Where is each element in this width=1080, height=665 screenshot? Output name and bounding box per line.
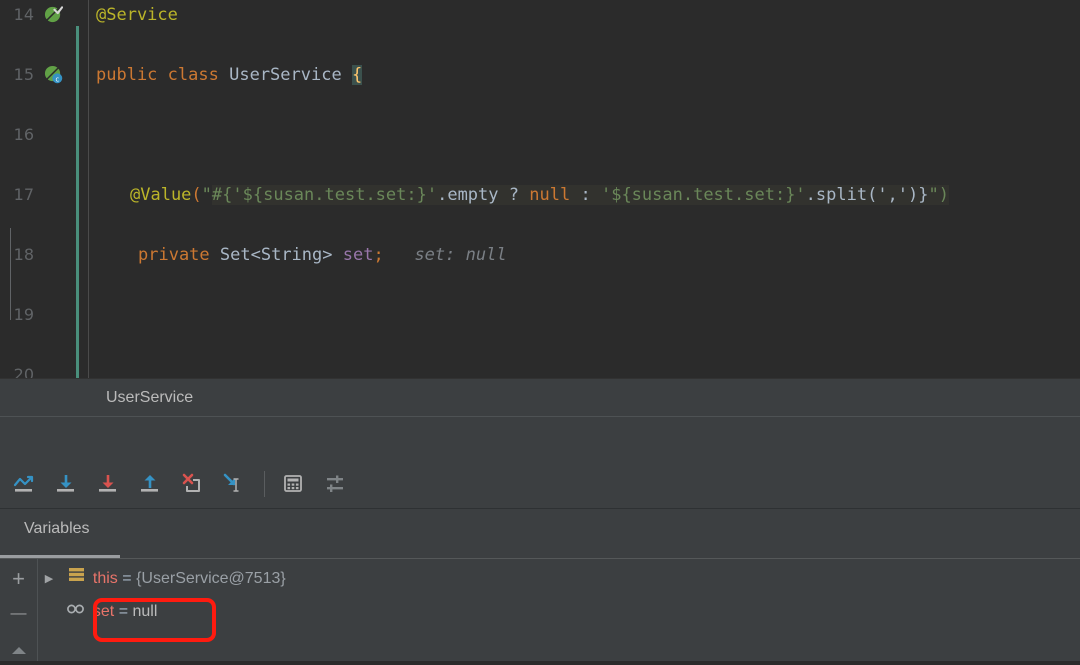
token-type-set: Set<String> bbox=[219, 245, 333, 265]
code-line[interactable]: 18 private Set<String> set; set: null bbox=[0, 240, 1080, 270]
step-out-button[interactable] bbox=[130, 463, 172, 505]
code-line[interactable]: 19 bbox=[0, 300, 1080, 330]
toolbar-divider bbox=[264, 470, 265, 497]
token-paren: ( bbox=[191, 185, 202, 205]
code-text: @Value("#{'${susan.test.set:}'.empty ? n… bbox=[130, 180, 949, 210]
show-execution-point-button[interactable] bbox=[4, 463, 46, 505]
drop-frame-button[interactable] bbox=[172, 463, 214, 505]
line-number: 18 bbox=[13, 245, 34, 264]
variable-equals: = bbox=[122, 570, 132, 588]
code-text: public class UserService { bbox=[96, 60, 363, 90]
variable-name: this bbox=[92, 570, 118, 588]
tree-expand-arrow[interactable]: ▶ bbox=[38, 564, 60, 594]
code-text: @Service bbox=[96, 0, 178, 30]
breadcrumb-class-name[interactable]: UserService bbox=[106, 389, 193, 407]
token-ternary-colon: : bbox=[580, 185, 591, 205]
debugger-tabs[interactable]: Variables bbox=[0, 510, 1080, 558]
step-into-icon bbox=[99, 474, 116, 492]
step-over-button[interactable] bbox=[46, 463, 88, 505]
token-field-set: set bbox=[342, 245, 374, 265]
gutter-icon-cell[interactable]: c bbox=[38, 60, 72, 90]
variable-row-this[interactable]: ▶ this = {UserService@7513} bbox=[38, 564, 286, 594]
collapse-button[interactable] bbox=[0, 635, 37, 665]
token-split: .split(',')} bbox=[805, 185, 929, 205]
token-spel-b: '${susan.test.set:}' bbox=[600, 185, 806, 205]
variable-row-set[interactable]: set = null bbox=[38, 597, 157, 627]
variable-value: null bbox=[132, 603, 158, 621]
token-semicolon: ; bbox=[373, 245, 384, 265]
code-line[interactable]: 17 @Value("#{'${susan.test.set:}'.empty … bbox=[0, 180, 1080, 210]
step-over-icon bbox=[57, 474, 74, 492]
code-text: private Set<String> set; set: null bbox=[138, 240, 507, 270]
show-execution-point-icon bbox=[13, 475, 34, 492]
line-number: 17 bbox=[13, 185, 34, 204]
run-to-cursor-icon bbox=[223, 473, 239, 492]
step-into-button[interactable] bbox=[88, 463, 130, 505]
debugger-frames-strip bbox=[0, 416, 1080, 460]
gutter-icon-cell[interactable] bbox=[38, 0, 72, 30]
settings-sliders-icon bbox=[327, 475, 343, 492]
token-empty: .empty bbox=[437, 185, 499, 205]
line-number: 14 bbox=[13, 5, 34, 24]
debugger-toolbar[interactable] bbox=[0, 459, 1080, 509]
svg-text:c: c bbox=[55, 75, 59, 83]
code-line[interactable]: 16 bbox=[0, 120, 1080, 150]
inline-debug-hint[interactable]: set: null bbox=[414, 245, 506, 265]
variable-value: {UserService@7513} bbox=[136, 570, 286, 588]
variable-name: set bbox=[92, 603, 115, 621]
variable-equals: = bbox=[118, 603, 129, 621]
line-number: 20 bbox=[13, 365, 34, 378]
token-brace-open: { bbox=[351, 65, 363, 85]
calculator-icon bbox=[284, 474, 302, 492]
code-line[interactable]: 20 bbox=[0, 360, 1080, 378]
token-keyword-private: private bbox=[138, 245, 210, 265]
intellij-debugger-window: 14 @Service 15 c public class UserServic… bbox=[0, 0, 1080, 661]
spring-bean-icon[interactable] bbox=[44, 5, 63, 24]
debugger-tool-window: Variables + — ▶ this = {UserService@7513… bbox=[0, 416, 1080, 661]
run-to-cursor-button[interactable] bbox=[214, 463, 256, 505]
variables-tree[interactable]: + — ▶ this = {UserService@7513} set = nu… bbox=[0, 558, 1080, 661]
object-icon bbox=[64, 564, 88, 594]
token-value-annotation: @Value bbox=[130, 185, 192, 205]
field-icon bbox=[64, 597, 88, 627]
token-class-name: UserService bbox=[229, 65, 342, 85]
remove-watch-button[interactable]: — bbox=[0, 599, 37, 629]
code-line[interactable]: 15 c public class UserService { bbox=[0, 60, 1080, 90]
code-line[interactable]: 14 @Service bbox=[0, 0, 1080, 30]
token-annotation: @Service bbox=[96, 5, 178, 25]
variables-sidebar[interactable]: + — bbox=[0, 559, 38, 661]
tab-variables[interactable]: Variables bbox=[18, 518, 96, 540]
debugger-settings-button[interactable] bbox=[315, 463, 357, 505]
evaluate-expression-button[interactable] bbox=[273, 463, 315, 505]
drop-frame-icon bbox=[182, 473, 200, 492]
token-keyword-class: class bbox=[167, 65, 219, 85]
chevron-up-icon bbox=[11, 647, 26, 654]
token-quote: " bbox=[201, 185, 212, 205]
line-number: 16 bbox=[13, 125, 34, 144]
token-spel-a: #{'${susan.test.set:}' bbox=[211, 185, 438, 205]
breadcrumb[interactable]: UserService bbox=[0, 378, 1080, 417]
line-number: 19 bbox=[13, 305, 34, 324]
step-out-icon bbox=[141, 474, 158, 492]
add-watch-button[interactable]: + bbox=[0, 564, 37, 594]
fold-connector-line bbox=[10, 228, 11, 320]
line-number: 15 bbox=[13, 65, 34, 84]
token-ternary-q: ? bbox=[508, 185, 520, 205]
code-editor[interactable]: 14 @Service 15 c public class UserServic… bbox=[0, 0, 1080, 378]
token-quote-close: ") bbox=[928, 185, 949, 205]
token-keyword-public: public bbox=[96, 65, 158, 85]
spring-bean-component-icon[interactable]: c bbox=[44, 65, 63, 84]
token-null-a: null bbox=[529, 185, 571, 205]
